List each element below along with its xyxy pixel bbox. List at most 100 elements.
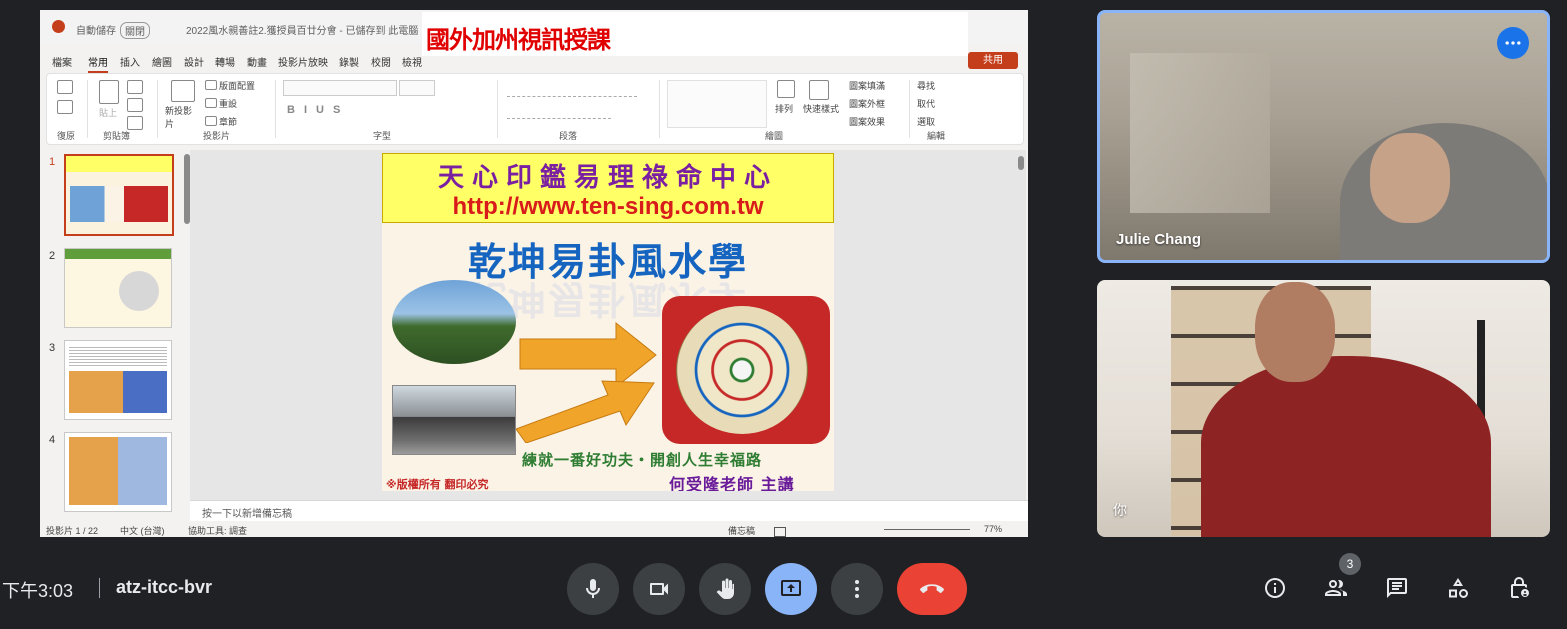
people-count-badge: 3: [1339, 553, 1361, 575]
reset-icon[interactable]: [205, 98, 217, 108]
background-shelf: [1130, 53, 1270, 213]
find-button[interactable]: 尋找: [917, 79, 935, 92]
thumbnail-slide-4[interactable]: [64, 432, 172, 512]
slide-thumbnails: 1 2 3 4: [40, 150, 188, 520]
font-family-select[interactable]: [283, 80, 397, 96]
shape-effects-label[interactable]: 圖案效果: [849, 115, 885, 128]
notes-toggle[interactable]: 備忘稿: [728, 524, 755, 537]
quick-styles-label: 快速樣式: [803, 104, 840, 114]
tab-animations[interactable]: 動畫: [247, 54, 267, 69]
font-size-select[interactable]: [399, 80, 435, 96]
undo-icon[interactable]: [57, 80, 73, 94]
thumbnails-scrollbar[interactable]: [184, 152, 190, 512]
zoom-level[interactable]: 77%: [984, 524, 1002, 534]
hang-up-icon: [920, 584, 944, 593]
paste-icon[interactable]: [99, 80, 119, 104]
thumb-number: 3: [49, 342, 56, 354]
thumbnail-slide-1[interactable]: [64, 154, 174, 236]
group-undo: 復原: [57, 131, 76, 141]
tab-file[interactable]: 檔案: [52, 54, 72, 69]
more-options-button[interactable]: [831, 563, 883, 615]
slide-url: http://www.ten-sing.com.tw: [452, 193, 764, 220]
font-format-buttons[interactable]: BIUS: [287, 104, 349, 116]
group-paragraph: 段落: [559, 131, 578, 141]
shapes-gallery[interactable]: [667, 80, 767, 128]
section-icon[interactable]: [205, 116, 217, 126]
reset-label[interactable]: 重設: [219, 97, 237, 110]
raise-hand-button[interactable]: [699, 563, 751, 615]
layout-label[interactable]: 版面配置: [219, 79, 255, 92]
tab-slideshow[interactable]: 投影片放映: [278, 54, 328, 69]
cut-icon[interactable]: [127, 80, 143, 94]
slide-teacher: 何受隆老師 主講: [669, 475, 795, 491]
slide-motto: 練就一番好功夫・開創人生幸福路: [522, 451, 763, 469]
paragraph-align-buttons[interactable]: [507, 104, 611, 119]
redo-icon[interactable]: [57, 100, 73, 114]
replace-button[interactable]: 取代: [917, 97, 935, 110]
slide-org-name: 天心印鑑易理祿命中心: [437, 163, 778, 193]
section-label[interactable]: 章節: [219, 115, 237, 128]
participant-name: 你: [1113, 502, 1127, 518]
arrange-icon[interactable]: [777, 80, 795, 98]
copy-icon[interactable]: [127, 98, 143, 112]
activities-button[interactable]: [1443, 573, 1473, 603]
notes-pane[interactable]: 按一下以新增備忘稿: [190, 500, 1028, 521]
accessibility-status[interactable]: 協助工具: 調查: [188, 524, 247, 537]
autosave-toggle[interactable]: 關閉: [120, 22, 150, 39]
chat-icon: [1387, 578, 1407, 598]
leave-call-button[interactable]: [897, 563, 967, 615]
shape-outline-label[interactable]: 圖案外框: [849, 97, 885, 110]
thumb-number: 2: [49, 250, 56, 262]
more-options-button[interactable]: [1497, 27, 1529, 59]
group-drawing: 繪圖: [765, 131, 784, 141]
new-slide-label: 新投影片: [165, 106, 193, 129]
tab-draw[interactable]: 繪圖: [152, 54, 172, 69]
paragraph-list-buttons[interactable]: [507, 82, 637, 97]
share-button[interactable]: 共用: [968, 52, 1018, 69]
tab-transitions[interactable]: 轉場: [215, 54, 235, 69]
host-controls-button[interactable]: [1504, 573, 1534, 603]
people-button[interactable]: [1321, 573, 1351, 603]
zoom-slider[interactable]: [884, 529, 970, 530]
tab-design[interactable]: 設計: [184, 54, 204, 69]
compass-disc: [676, 306, 808, 434]
tab-view[interactable]: 檢視: [402, 54, 422, 69]
meeting-details-button[interactable]: [1260, 573, 1290, 603]
arrange-label: 排列: [775, 104, 794, 114]
participant-tile-julie[interactable]: Julie Chang: [1097, 10, 1550, 263]
ribbon-tabs: 檔案 常用 插入 繪圖 設計 轉場 動畫 投影片放映 錄製 校閱 檢視: [40, 50, 1028, 73]
tab-home[interactable]: 常用: [88, 54, 108, 73]
info-icon: [1265, 578, 1285, 598]
layout-icon[interactable]: [205, 80, 217, 90]
editor-scrollbar[interactable]: [1018, 152, 1024, 492]
powerpoint-logo-icon: [52, 20, 65, 33]
new-slide-icon[interactable]: [171, 80, 195, 102]
slide-copyright: ※版權所有 翻印必究: [386, 478, 489, 491]
select-button[interactable]: 選取: [917, 115, 935, 128]
tab-insert[interactable]: 插入: [120, 54, 140, 69]
paste-label: 貼上: [99, 108, 118, 118]
participant-tile-self[interactable]: 你: [1097, 280, 1550, 537]
chat-button[interactable]: [1382, 573, 1412, 603]
thumbnail-slide-3[interactable]: [64, 340, 172, 420]
shape-fill-label[interactable]: 圖案填滿: [849, 79, 885, 92]
microphone-button[interactable]: [567, 563, 619, 615]
shared-screen: 自動儲存 關閉 2022風水親善註2.獲授員百廿分會 - 已儲存到 此電腦 國外…: [40, 10, 1028, 537]
participant-body: [1201, 356, 1491, 537]
temple-photo: [392, 280, 516, 364]
tab-review[interactable]: 校閱: [371, 54, 391, 69]
tab-record[interactable]: 錄製: [339, 54, 359, 69]
thumbnail-slide-2[interactable]: [64, 248, 172, 328]
luopan-compass-image: [662, 296, 830, 444]
meeting-code: atz-itcc-bvr: [116, 577, 213, 597]
view-buttons[interactable]: [774, 525, 860, 537]
group-clipboard: 剪貼簿: [103, 131, 131, 141]
quick-styles-icon[interactable]: [809, 80, 829, 100]
camera-button[interactable]: [633, 563, 685, 615]
format-painter-icon[interactable]: [127, 116, 143, 130]
present-button[interactable]: [765, 563, 817, 615]
current-slide[interactable]: 天心印鑑易理祿命中心 http://www.ten-sing.com.tw 乾坤…: [382, 153, 834, 491]
video-camera-icon: [650, 583, 668, 595]
group-editing: 編輯: [927, 131, 946, 141]
language-status[interactable]: 中文 (台灣): [120, 524, 165, 537]
